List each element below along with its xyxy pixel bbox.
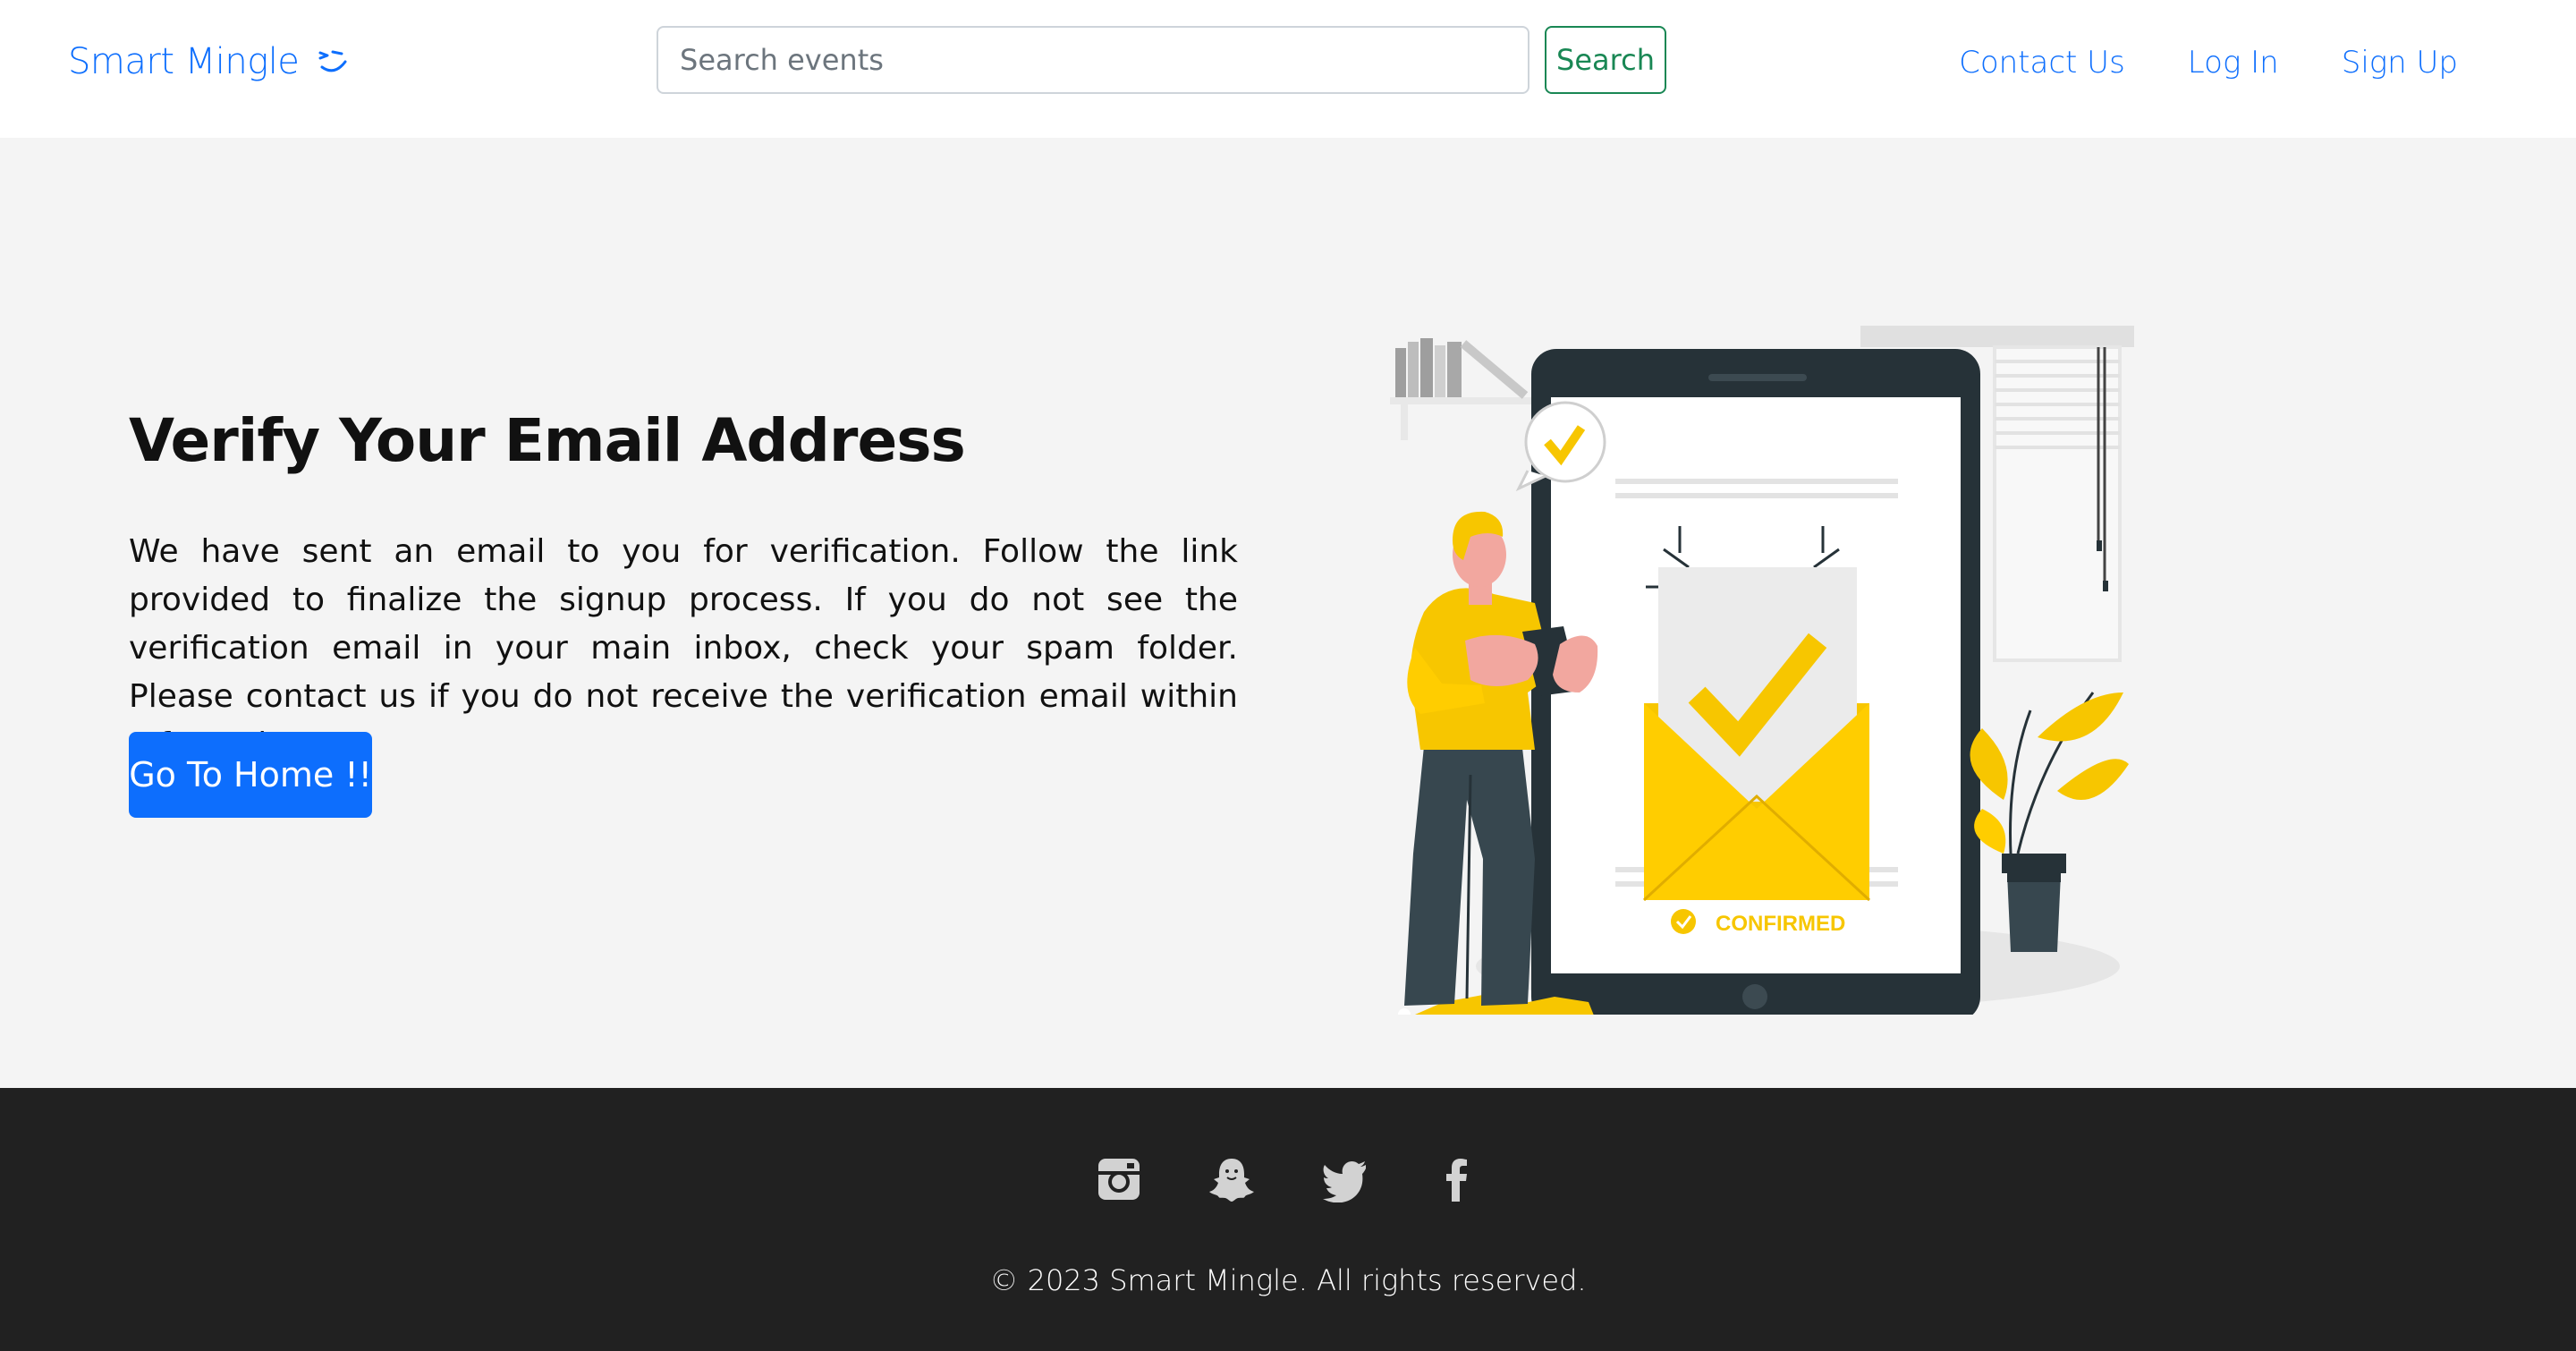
shelf-icon [1390,338,1542,440]
twitter-link[interactable] [1322,1156,1367,1202]
log-in-link[interactable]: Log In [2188,45,2279,81]
brand-link[interactable]: Smart Mingle [68,34,351,89]
plant-icon [1970,692,2129,952]
hero-section: Verify Your Email Address We have sent a… [0,138,2576,1088]
instagram-icon [1098,1159,1140,1200]
footer: © 2023 Smart Mingle. All rights reserved… [0,1088,2576,1351]
instagram-link[interactable] [1097,1156,1141,1202]
search-button[interactable]: Search [1545,26,1666,94]
envelope-icon [1642,526,1871,902]
navbar: Smart Mingle Search Contact Us Log In Si… [0,0,2576,138]
search-input[interactable] [657,26,1530,94]
social-links [0,1156,2576,1202]
smile-wink-icon [318,50,347,72]
twitter-icon [1323,1161,1366,1202]
email-confirmed-illustration: CONFIRMED [1390,326,2134,1015]
nav-links: Contact Us Log In Sign Up [1959,38,2458,88]
copyright-text: © 2023 Smart Mingle. All rights reserved… [989,1263,1587,1297]
brand-name: Smart Mingle [68,41,300,82]
contact-us-link[interactable]: Contact Us [1959,45,2125,81]
facebook-icon [1446,1159,1467,1202]
snapchat-link[interactable] [1209,1156,1254,1202]
page-title: Verify Your Email Address [129,406,966,475]
search-form: Search [657,26,1666,94]
facebook-link[interactable] [1435,1156,1479,1202]
confirmed-label: CONFIRMED [1716,912,1845,936]
sign-up-link[interactable]: Sign Up [2342,45,2458,81]
go-to-home-button[interactable]: Go To Home !! [129,732,372,818]
snapchat-icon [1209,1159,1254,1202]
